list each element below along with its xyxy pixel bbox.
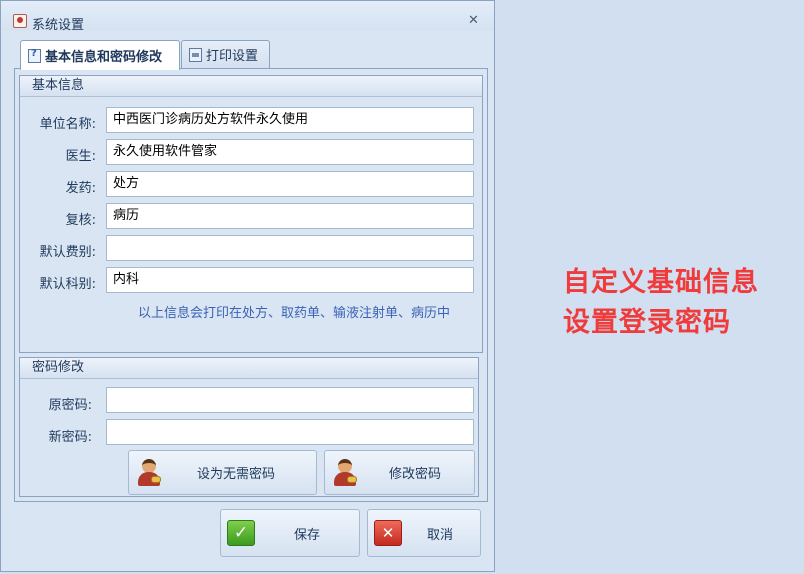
password-group: 密码修改 原密码: 新密码: 设为无需密码 修改密码 [19,357,479,497]
review-input[interactable]: 病历 [106,203,474,229]
window-title: 系统设置 [32,18,85,33]
print-info-note: 以上信息会打印在处方、取药单、输液注射单、病历中 [138,306,451,321]
printer-icon [189,47,202,62]
change-password-button[interactable]: 修改密码 [324,450,475,495]
tab-print-settings-label: 打印设置 [206,49,259,64]
basic-info-group: 基本信息 单位名称: 中西医门诊病历处方软件永久使用 医生: 永久使用软件管家 … [19,75,483,353]
doctor-label: 医生: [65,149,96,164]
help-icon [28,48,41,63]
default-fee-input[interactable] [106,235,474,261]
unit-name-label: 单位名称: [39,117,96,132]
no-password-button[interactable]: 设为无需密码 [128,450,317,495]
new-password-input[interactable] [106,419,474,445]
tab-basic-info-label: 基本信息和密码修改 [45,50,163,65]
default-dept-input[interactable]: 内科 [106,267,474,293]
user-key-icon [137,459,161,487]
tab-basic-info[interactable]: 基本信息和密码修改 [20,40,180,70]
tab-print-settings[interactable]: 打印设置 [181,40,270,68]
close-icon[interactable]: ✕ [468,13,479,28]
dispense-input[interactable]: 处方 [106,171,474,197]
app-icon [13,14,27,28]
tab-panel: 基本信息 单位名称: 中西医门诊病历处方软件永久使用 医生: 永久使用软件管家 … [14,68,488,502]
password-header: 密码修改 [20,358,478,379]
default-dept-label: 默认科别: [39,277,96,292]
title-bar[interactable]: 系统设置 ✕ [1,1,494,33]
change-password-label: 修改密码 [389,467,442,482]
save-label: 保存 [294,527,321,543]
doctor-input[interactable]: 永久使用软件管家 [106,139,474,165]
default-fee-label: 默认费别: [39,245,96,260]
basic-info-header: 基本信息 [20,76,482,97]
cancel-icon: ✕ [374,520,402,546]
user-key-icon [333,459,357,487]
old-password-label: 原密码: [48,398,92,413]
cancel-button[interactable]: ✕ 取消 [367,509,481,557]
cancel-label: 取消 [427,527,454,543]
old-password-input[interactable] [106,387,474,413]
promo-line-2: 设置登录密码 [563,307,731,338]
new-password-label: 新密码: [48,430,92,445]
save-button[interactable]: ✓ 保存 [220,509,360,557]
dispense-label: 发药: [65,181,96,196]
settings-dialog: 系统设置 ✕ 基本信息和密码修改 打印设置 基本信息 单位名称: 中西医门诊病历… [0,0,495,572]
check-icon: ✓ [227,520,255,546]
promo-line-1: 自定义基础信息 [563,267,759,298]
unit-name-input[interactable]: 中西医门诊病历处方软件永久使用 [106,107,474,133]
no-password-label: 设为无需密码 [197,467,276,482]
review-label: 复核: [65,213,96,228]
